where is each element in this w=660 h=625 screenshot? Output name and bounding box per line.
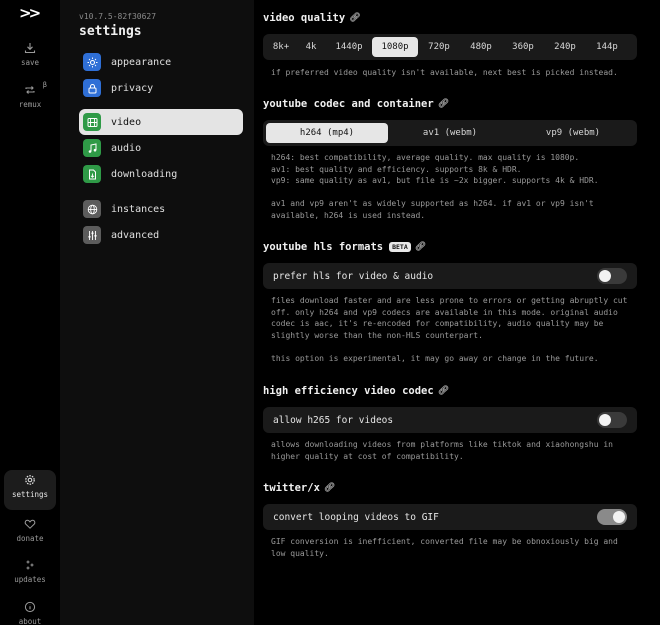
quality-option-720p[interactable]: 720p — [418, 37, 460, 57]
codec-title: youtube codec and container 🔗︎ — [263, 98, 449, 110]
switch-knob — [599, 414, 611, 426]
nav-save-button[interactable]: save — [4, 38, 56, 78]
nav-updates-button[interactable]: updates — [4, 555, 56, 595]
file-download-icon — [83, 165, 101, 183]
tab-video-label: video — [111, 116, 142, 128]
nav-settings-button[interactable]: settings — [4, 470, 56, 510]
hls-title-text: youtube hls formats — [263, 241, 384, 253]
codec-description-av1: av1: best quality and efficiency. suppor… — [271, 165, 522, 174]
twitter-title-text: twitter/x — [263, 482, 320, 494]
hls-title: youtube hls formats BETA 🔗︎ — [263, 241, 426, 253]
quality-option-1080p[interactable]: 1080p — [372, 37, 418, 57]
nav-remux-label: remux — [18, 100, 42, 109]
tab-audio-label: audio — [111, 142, 142, 154]
tab-advanced[interactable]: advanced — [79, 222, 243, 248]
codec-option-av1[interactable]: av1 (webm) — [388, 123, 512, 143]
codec-option-h264[interactable]: h264 (mp4) — [266, 123, 388, 143]
video-quality-title-text: video quality — [263, 12, 346, 24]
quality-option-8k[interactable]: 8k+ — [266, 37, 296, 57]
link-icon[interactable]: 🔗︎ — [438, 386, 449, 396]
nav-about-label: about — [18, 617, 42, 625]
tab-video[interactable]: video — [79, 109, 243, 135]
tab-privacy-label: privacy — [111, 82, 154, 94]
quality-option-144p[interactable]: 144p — [586, 37, 628, 57]
nav-save-label: save — [20, 58, 40, 67]
settings-panel: v10.7.5-82f30627 settings appearance pri… — [60, 0, 254, 625]
link-icon[interactable]: 🔗︎ — [349, 13, 360, 23]
twitter-toggle-label: convert looping videos to GIF — [273, 511, 439, 523]
hevc-title-text: high efficiency video codec — [263, 385, 434, 397]
codec-option-vp9[interactable]: vp9 (webm) — [512, 123, 634, 143]
sun-icon — [83, 53, 101, 71]
tab-privacy[interactable]: privacy — [79, 75, 243, 101]
codec-description-support: av1 and vp9 aren't as widely supported a… — [271, 199, 594, 220]
beta-badge: BETA — [389, 242, 411, 252]
hevc-switch[interactable] — [597, 412, 627, 428]
info-icon — [24, 601, 36, 613]
hevc-toggle-label: allow h265 for videos — [273, 414, 394, 426]
remux-icon — [25, 86, 35, 94]
gear-icon — [25, 475, 35, 485]
codec-selector: h264 (mp4) av1 (webm) vp9 (webm) — [263, 120, 637, 146]
main-content: video quality 🔗︎ 8k+ 4k 1440p 1080p 720p… — [254, 0, 660, 625]
version-label: v10.7.5-82f30627 — [79, 12, 157, 21]
sliders-icon — [83, 226, 101, 244]
link-icon[interactable]: 🔗︎ — [324, 483, 335, 493]
twitter-description: GIF conversion is inefficient, converted… — [271, 537, 618, 558]
video-quality-description: if preferred video quality isn't availab… — [271, 68, 618, 77]
link-icon[interactable]: 🔗︎ — [438, 99, 449, 109]
switch-knob — [613, 511, 625, 523]
hevc-toggle-row[interactable]: allow h265 for videos — [263, 407, 637, 433]
codec-title-text: youtube codec and container — [263, 98, 434, 110]
nav-updates-label: updates — [14, 575, 46, 584]
tab-downloading[interactable]: downloading — [79, 161, 243, 187]
hevc-title: high efficiency video codec 🔗︎ — [263, 385, 449, 397]
quality-option-240p[interactable]: 240p — [544, 37, 586, 57]
twitter-toggle-row[interactable]: convert looping videos to GIF — [263, 504, 637, 530]
quality-option-480p[interactable]: 480p — [460, 37, 502, 57]
sparkle-icon — [26, 560, 34, 570]
twitter-switch[interactable] — [597, 509, 627, 525]
tab-downloading-label: downloading — [111, 168, 178, 180]
logo[interactable]: >> — [19, 4, 41, 22]
globe-icon — [83, 200, 101, 218]
tab-audio[interactable]: audio — [79, 135, 243, 161]
quality-option-360p[interactable]: 360p — [502, 37, 544, 57]
hls-toggle-row[interactable]: prefer hls for video & audio — [263, 263, 637, 289]
codec-description-h264: h264: best compatibility, average qualit… — [271, 153, 580, 162]
hls-toggle-label: prefer hls for video & audio — [273, 270, 434, 282]
switch-knob — [599, 270, 611, 282]
nav-donate-label: donate — [16, 534, 44, 543]
codec-description-vp9: vp9: same quality as av1, but file is ~2… — [271, 176, 599, 185]
sidebar: >> save β remux settings donate updates — [0, 0, 60, 625]
remux-beta-badge: β — [42, 81, 47, 89]
tab-appearance-label: appearance — [111, 56, 172, 68]
download-icon — [24, 43, 36, 54]
nav-about-button[interactable]: about — [4, 597, 56, 625]
lock-icon — [83, 79, 101, 97]
quality-option-4k[interactable]: 4k — [296, 37, 326, 57]
tab-appearance[interactable]: appearance — [79, 49, 243, 75]
hevc-description: allows downloading videos from platforms… — [271, 440, 613, 461]
music-icon — [83, 139, 101, 157]
tab-instances-label: instances — [111, 203, 166, 215]
quality-option-1440p[interactable]: 1440p — [326, 37, 372, 57]
panel-title: settings — [79, 24, 142, 39]
hls-experimental-note: this option is experimental, it may go a… — [271, 354, 599, 363]
film-icon — [83, 113, 101, 131]
video-quality-selector: 8k+ 4k 1440p 1080p 720p 480p 360p 240p 1… — [263, 34, 637, 60]
hls-switch[interactable] — [597, 268, 627, 284]
nav-settings-label: settings — [11, 490, 49, 499]
tab-instances[interactable]: instances — [79, 196, 243, 222]
heart-icon — [24, 519, 36, 529]
video-quality-title: video quality 🔗︎ — [263, 12, 361, 24]
link-icon[interactable]: 🔗︎ — [415, 242, 426, 252]
hls-description: files download faster and are less prone… — [271, 296, 628, 340]
nav-remux-button[interactable]: β remux — [4, 80, 56, 120]
tab-advanced-label: advanced — [111, 229, 160, 241]
twitter-title: twitter/x 🔗︎ — [263, 482, 335, 494]
nav-donate-button[interactable]: donate — [4, 514, 56, 554]
